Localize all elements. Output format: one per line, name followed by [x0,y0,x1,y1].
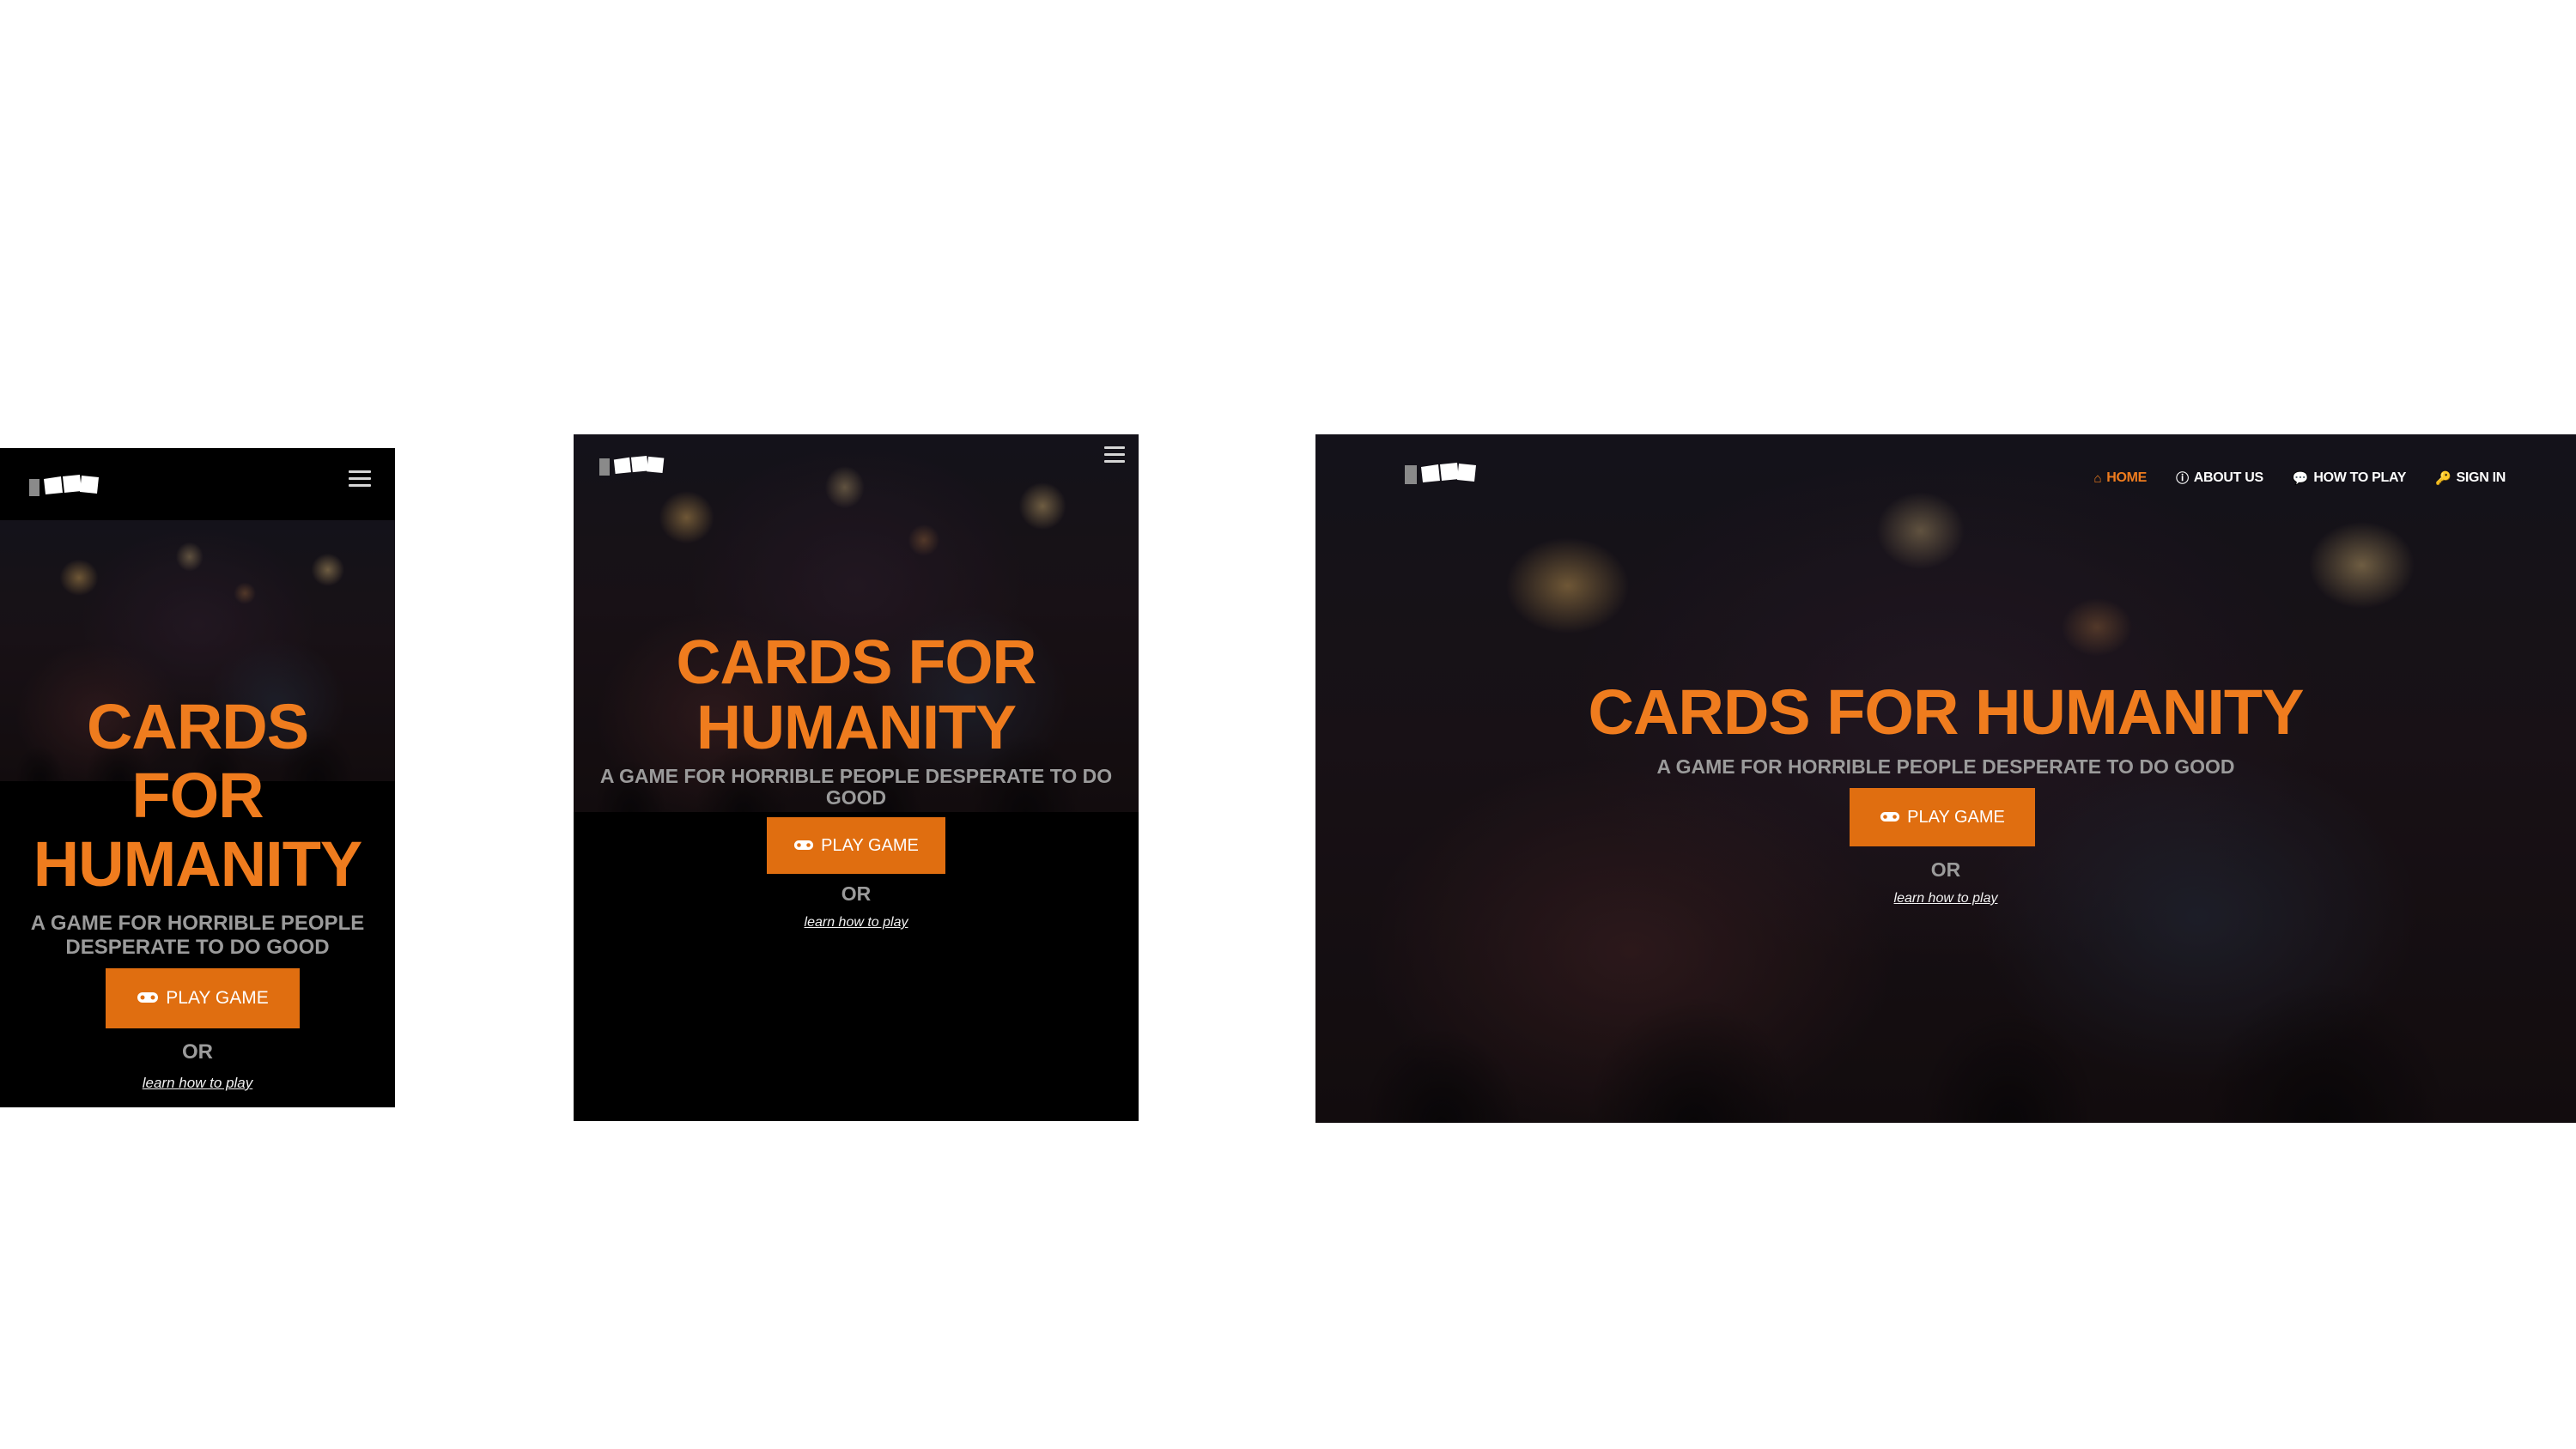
gamepad-icon [137,988,159,1009]
play-game-button[interactable]: PLAY GAME [767,817,945,874]
or-separator: OR [841,882,872,905]
key-icon: 🔑 [2435,470,2451,486]
cards-logo-icon [1421,463,1476,482]
main-nav: ⌂ HOME ⓘ ABOUT US 💬 HOW TO PLAY 🔑 SIGN I… [2093,470,2506,486]
nav-home[interactable]: ⌂ HOME [2093,470,2147,486]
nav-sign-in[interactable]: 🔑 SIGN IN [2435,470,2506,486]
info-icon: ⓘ [2176,470,2189,486]
cards-logo[interactable] [1405,460,1479,484]
mobile-preview: CARDS FOR HUMANITY A GAME FOR HORRIBLE P… [0,448,395,1107]
chat-icon: 💬 [2292,470,2309,486]
nav-how-to-play[interactable]: 💬 HOW TO PLAY [2292,470,2407,486]
home-icon: ⌂ [2093,470,2102,486]
nav-about-us[interactable]: ⓘ ABOUT US [2176,470,2263,486]
learn-how-to-play-link[interactable]: learn how to play [1315,891,2576,906]
or-separator: OR [182,1040,213,1064]
hero-title: CARDS FOR HUMANITY [33,691,363,900]
hero-title: CARDS FOR HUMANITY [1588,676,2305,748]
menu-toggle-button[interactable] [349,470,371,487]
learn-how-to-play-link[interactable]: learn how to play [574,915,1139,931]
tablet-preview: CARDS FOR HUMANITY A GAME FOR HORRIBLE P… [574,434,1139,1121]
play-game-button[interactable]: PLAY GAME [106,968,300,1028]
desktop-preview: ⌂ HOME ⓘ ABOUT US 💬 HOW TO PLAY 🔑 SIGN I… [1315,434,2576,1123]
play-game-label: PLAY GAME [821,835,919,855]
play-game-button[interactable]: PLAY GAME [1850,788,2035,846]
hero-tagline: A GAME FOR HORRIBLE PEOPLE DESPERATE TO … [30,912,365,959]
hero-tagline: A GAME FOR HORRIBLE PEOPLE DESPERATE TO … [1656,755,2235,778]
play-game-label: PLAY GAME [166,988,269,1008]
gamepad-icon [793,836,814,856]
cards-logo-icon [613,455,665,474]
cards-logo-icon [44,475,99,494]
menu-toggle-button[interactable] [1104,446,1125,463]
gamepad-icon [1880,808,1900,828]
play-game-label: PLAY GAME [1907,807,2005,827]
hero-title: CARDS FOR HUMANITY [676,628,1037,762]
learn-how-to-play-link[interactable]: learn how to play [0,1075,395,1092]
hero-tagline: A GAME FOR HORRIBLE PEOPLE DESPERATE TO … [599,765,1113,809]
hero-background [1315,434,2576,1123]
cards-logo[interactable] [599,453,667,476]
cards-logo[interactable] [29,472,102,496]
or-separator: OR [1930,858,1961,881]
